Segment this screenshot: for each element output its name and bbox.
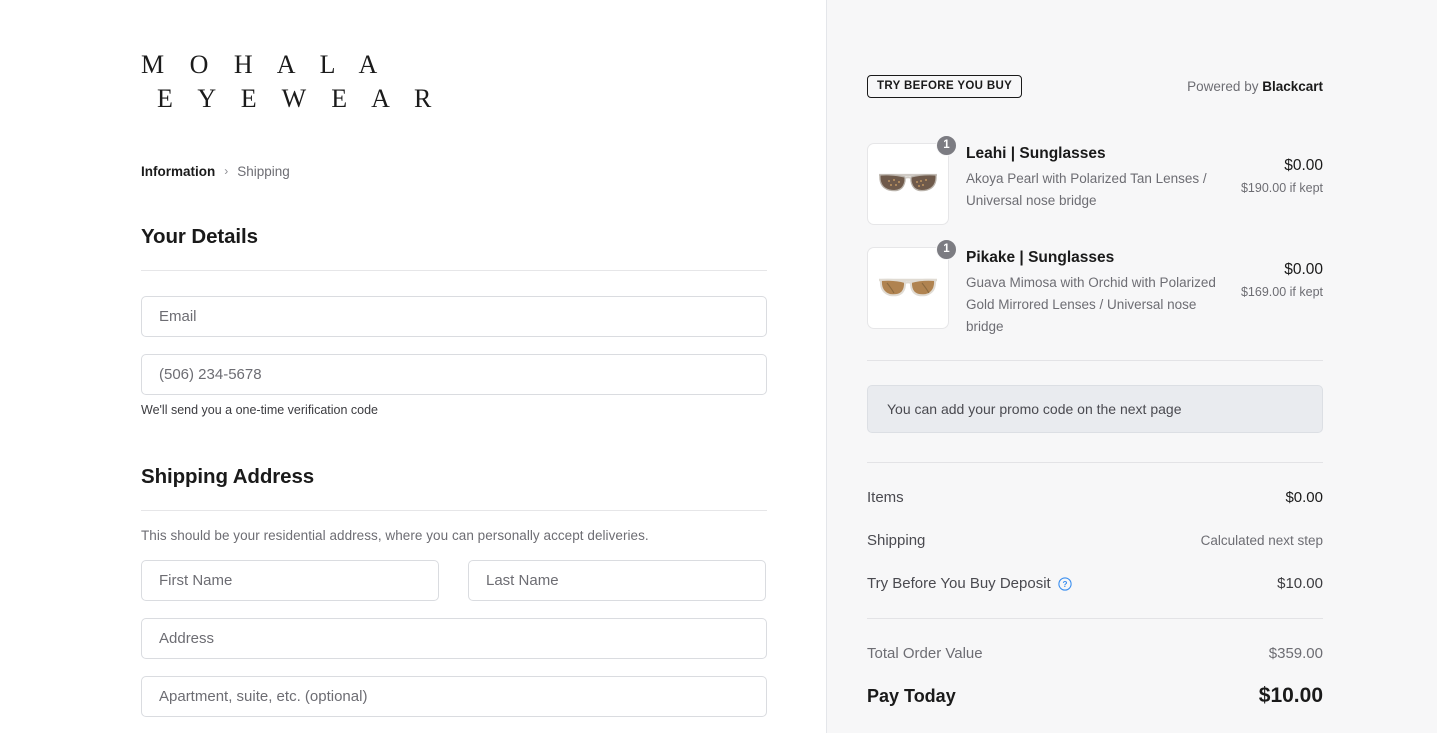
phone-verification-hint: We'll send you a one-time verification c… [141, 402, 378, 417]
totals-row-shipping: Shipping Calculated next step [867, 532, 1323, 549]
product-price-now: $0.00 [1284, 156, 1323, 174]
pay-today-label: Pay Today [867, 685, 956, 706]
pay-today-amount: $10.00 [1258, 684, 1323, 708]
shipping-address-note: This should be your residential address,… [141, 527, 649, 543]
order-summary-column: TRY BEFORE YOU BUY Powered by Blackcart [827, 0, 1437, 733]
totals-row-deposit: Try Before You Buy Deposit ? $10.00 [867, 575, 1323, 592]
powered-by-label: Powered by Blackcart [1187, 79, 1323, 94]
order-line-item: 1 Pikake | Sunglasses Guava Mimosa with … [867, 238, 1323, 339]
product-price-block: $0.00 $190.00 if kept [1231, 143, 1323, 196]
name-field-row [141, 543, 767, 601]
your-details-heading: Your Details [141, 224, 258, 248]
checkout-page: M O H A L A E Y E W E A R Information › … [0, 0, 1437, 733]
brand-logo-line-2: E Y E W E A R [157, 84, 441, 114]
svg-text:?: ? [1062, 580, 1067, 589]
promo-code-note: You can add your promo code on the next … [867, 385, 1323, 434]
first-name-field[interactable] [141, 559, 439, 601]
try-before-you-buy-badge: TRY BEFORE YOU BUY [867, 75, 1023, 98]
product-name[interactable]: Pikake | Sunglasses [966, 248, 1221, 268]
deposit-label: Try Before You Buy Deposit [867, 575, 1051, 593]
items-divider [867, 360, 1323, 362]
product-variant: Guava Mimosa with Orchid with Polarized … [966, 274, 1216, 335]
section-divider [141, 509, 767, 511]
product-variant: Akoya Pearl with Polarized Tan Lenses / … [966, 170, 1207, 208]
brand-logo-line-1: M O H A L A [141, 50, 387, 79]
product-info: Leahi | Sunglasses Akoya Pearl with Pola… [949, 143, 1231, 213]
summary-header: TRY BEFORE YOU BUY Powered by Blackcart [867, 75, 1323, 98]
order-items-list: 1 Leahi | Sunglasses Akoya Pearl with Po… [867, 134, 1323, 339]
deposit-value: $10.00 [1277, 575, 1323, 593]
items-value: $0.00 [1285, 489, 1323, 507]
breadcrumb-item-shipping[interactable]: Shipping [237, 164, 290, 179]
powered-by-brand: Blackcart [1262, 78, 1323, 94]
product-thumbnail-wrap: 1 [867, 134, 957, 225]
totals-row-items: Items $0.00 [867, 489, 1323, 506]
sunglasses-icon [879, 173, 937, 191]
totals-row-pay-today: Pay Today $10.00 [867, 684, 1323, 708]
promo-divider [867, 462, 1323, 464]
brand-logo: M O H A L A E Y E W E A R [141, 48, 826, 117]
chevron-right-icon: › [224, 164, 229, 179]
order-value-amount: $359.00 [1268, 645, 1323, 663]
shipping-value: Calculated next step [1200, 533, 1323, 549]
order-totals: Items $0.00 Shipping Calculated next ste… [867, 489, 1323, 708]
question-mark-circle-icon[interactable]: ? [1058, 577, 1072, 591]
last-name-field[interactable] [468, 559, 766, 601]
totals-divider [867, 618, 1323, 620]
product-price-block: $0.00 $169.00 if kept [1231, 247, 1323, 300]
apartment-field[interactable] [141, 675, 767, 717]
checkout-form-column: M O H A L A E Y E W E A R Information › … [0, 0, 827, 733]
section-divider [141, 269, 767, 271]
product-info: Pikake | Sunglasses Guava Mimosa with Or… [949, 247, 1231, 339]
sunglasses-icon [879, 278, 937, 296]
product-price-if-kept: $190.00 if kept [1240, 181, 1323, 196]
product-thumbnail-wrap: 1 [867, 238, 957, 329]
product-thumbnail [867, 142, 949, 225]
quantity-badge: 1 [936, 238, 957, 260]
shipping-label: Shipping [867, 532, 926, 550]
product-name[interactable]: Leahi | Sunglasses [966, 144, 1221, 164]
shipping-address-heading: Shipping Address [141, 464, 315, 488]
breadcrumb: Information › Shipping [141, 164, 826, 179]
order-line-item: 1 Leahi | Sunglasses Akoya Pearl with Po… [867, 134, 1323, 225]
order-value-label: Total Order Value [867, 645, 983, 663]
product-thumbnail [867, 246, 949, 329]
address-field[interactable] [141, 617, 767, 659]
quantity-badge: 1 [936, 134, 957, 156]
product-price-if-kept: $169.00 if kept [1240, 285, 1323, 300]
breadcrumb-item-information[interactable]: Information [141, 164, 215, 179]
email-field[interactable] [141, 295, 767, 337]
phone-field[interactable] [141, 353, 767, 395]
items-label: Items [867, 489, 904, 507]
product-price-now: $0.00 [1284, 260, 1323, 278]
powered-by-prefix: Powered by [1187, 78, 1263, 94]
totals-row-order-value: Total Order Value $359.00 [867, 645, 1323, 662]
